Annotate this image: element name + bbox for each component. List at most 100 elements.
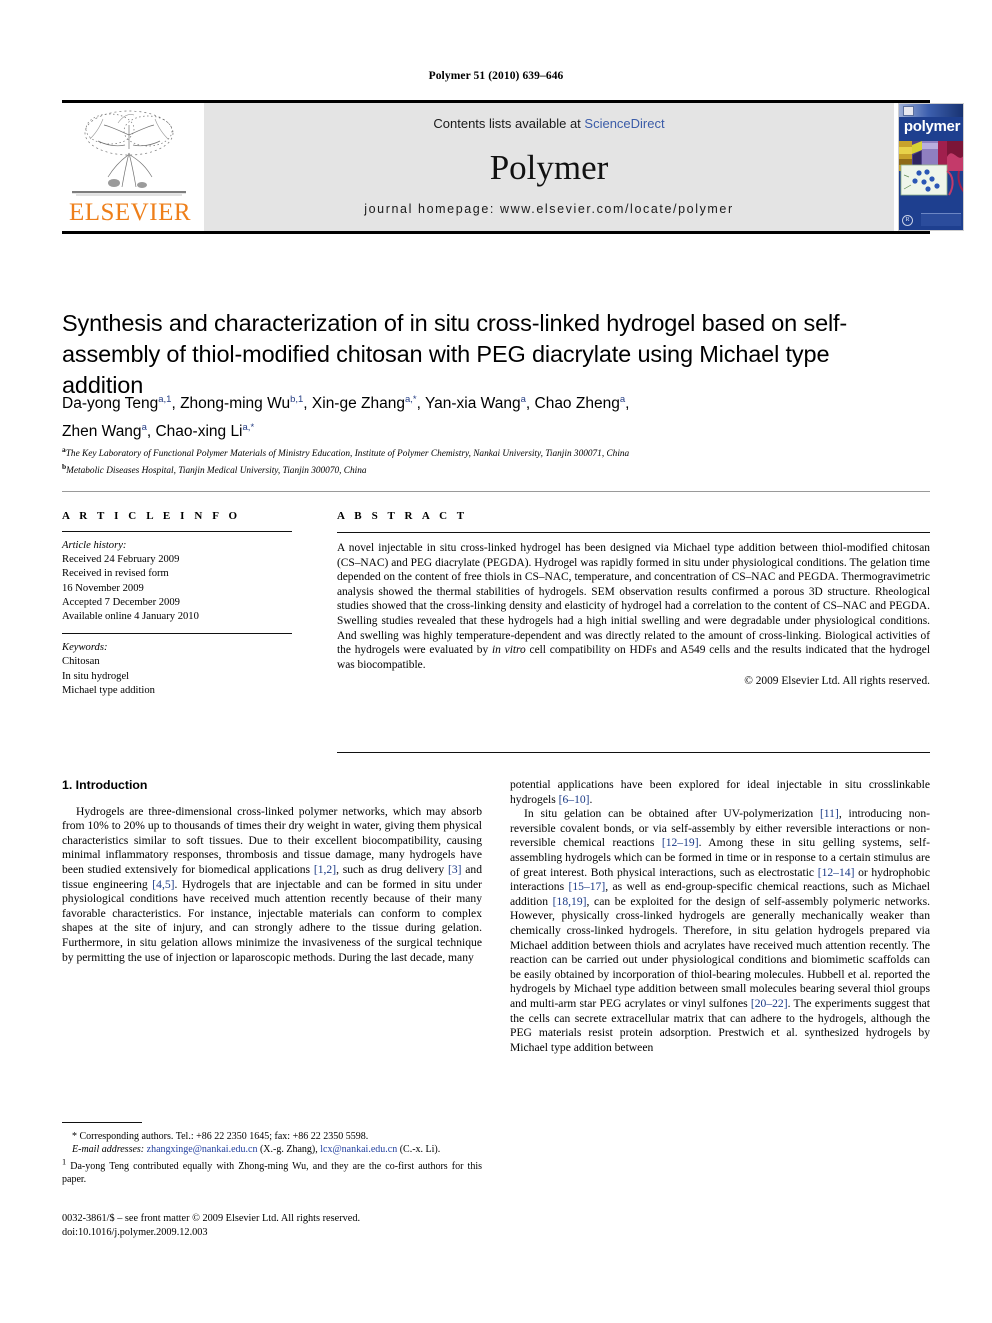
running-head: Polymer 51 (2010) 639–646 [428,70,564,82]
elsevier-logo: ELSEVIER [62,103,198,231]
abstract-copyright: © 2009 Elsevier Ltd. All rights reserved… [744,675,930,688]
author-affiliation-marker: a,* [404,394,417,405]
imprint-block: 0032-3861/$ – see front matter © 2009 El… [62,1212,522,1239]
journal-cover-thumbnail: polymer R [898,103,964,231]
author-name[interactable]: Da-yong Teng [62,395,158,412]
affiliation-marker: b [62,461,67,471]
citation-link[interactable]: [18,19] [553,895,587,908]
author-name[interactable]: Yan-xia Wang [425,395,521,412]
author-name[interactable]: Chao Zheng [535,395,620,412]
citation-link[interactable]: [12–14] [818,866,855,879]
keywords-label: Keywords: [62,642,108,654]
citation-link[interactable]: [15–17] [568,880,605,893]
masthead-bottom-rule [62,231,930,234]
history-item: Available online 4 January 2010 [62,611,199,623]
sciencedirect-link[interactable]: ScienceDirect [584,116,664,131]
elsevier-wordmark: ELSEVIER [68,199,192,226]
affiliation-marker: a [62,445,66,454]
abstract-italic: in vitro [491,644,526,657]
keyword-item: In situ hydrogel [62,670,130,682]
keywords-rule [62,633,292,635]
citation-link[interactable]: [3] [448,863,462,876]
paragraph: In situ gelation can be obtained after U… [510,807,930,1055]
article-first-page: Polymer 51 (2010) 639–646 ELSEVIER Conte… [0,0,992,1323]
cover-footer-plate [921,213,961,226]
paragraph-text: , can be exploited for the design of sel… [510,894,930,1010]
info-band-bottom-rule [337,752,930,753]
author-affiliation-marker: a [141,422,147,434]
cover-artwork [899,141,963,199]
history-item: Accepted 7 December 2009 [62,596,180,608]
author-affiliation-marker: a,* [242,422,255,434]
email-owner-2: (C.-x. Li). [397,1144,441,1155]
cover-logo-icon [903,106,914,116]
paragraph-text: , such as drug delivery [336,862,448,876]
elsevier-tree-icon [72,110,186,196]
section-heading-introduction: 1. Introduction [62,778,148,792]
abstract-rule [337,532,930,533]
author-name[interactable]: Xin-ge Zhang [312,395,405,412]
history-item: Received 24 February 2009 [62,554,180,566]
author-affiliation-marker: a,1 [158,394,172,405]
citation-link[interactable]: [6–10] [559,793,590,806]
keyword-item: Michael type addition [62,684,155,696]
abstract-text: A novel injectable in situ cross-linked … [337,541,930,672]
body-column-left: 1. Introduction Hydrogels are three-dime… [62,778,482,965]
email-note: E-mail addresses: zhangxinge@nankai.edu.… [62,1143,482,1156]
citation-link[interactable]: [4,5] [152,878,174,891]
journal-title: Polymer [489,148,609,187]
author-line-1: Da-yong Tenga,1, Zhong-ming Wub,1, Xin-g… [62,394,630,413]
equal-contribution-note: 1 Da-yong Teng contributed equally with … [62,1158,482,1186]
contents-line: Contents lists available at ScienceDirec… [204,116,894,131]
author-name[interactable]: Chao-xing Li [155,423,242,440]
abstract-main: A novel injectable in situ cross-linked … [337,542,930,657]
citation-link[interactable]: [11] [820,807,839,820]
body-column-right: potential applications have been explore… [510,778,930,1055]
affiliation-list: aThe Key Laboratory of Functional Polyme… [62,444,922,477]
paragraph: potential applications have been explore… [510,778,930,807]
article-history-label: Article history: [62,540,127,551]
author-affiliation-marker: a [520,394,526,405]
author-affiliation-marker: b,1 [290,394,304,405]
citation-link[interactable]: [1,2] [314,863,336,876]
email-link-1[interactable]: zhangxinge@nankai.edu.cn [147,1144,258,1155]
cover-title: polymer [903,118,961,135]
article-info-heading: A R T I C L E I N F O [62,510,241,522]
paragraph-text: In situ gelation can be obtained after U… [524,807,820,821]
paragraph-text: . [589,792,593,806]
email-link-2[interactable]: lcx@nankai.edu.cn [320,1144,397,1155]
author-affiliation-marker: a [619,394,626,405]
masthead-body: ELSEVIER Contents lists available at Sci… [62,103,964,231]
citation-link[interactable]: [20–22] [751,997,788,1010]
keyword-item: Chitosan [62,656,100,668]
author-line-2: Zhen Wanga, Chao-xing Lia,* [62,422,255,441]
article-info-column: A R T I C L E I N F O Article history: R… [62,510,292,698]
abstract-heading: A B S T R A C T [337,510,468,522]
email-owner-1: (X.-g. Zhang), [257,1144,321,1155]
author-list: Da-yong Tenga,1, Zhong-ming Wub,1, Xin-g… [62,388,912,444]
citation-link[interactable]: [12–19] [662,836,699,849]
footnote-rule [62,1122,142,1123]
article-history: Article history: Received 24 February 20… [62,539,292,624]
journal-masthead: ELSEVIER Contents lists available at Sci… [62,100,964,234]
footnote-block: * Corresponding authors. Tel.: +86 22 23… [62,1130,482,1186]
article-info-rule [62,531,292,532]
abstract-column: A B S T R A C T A novel injectable in si… [337,510,930,687]
history-item: Received in revised form [62,568,169,580]
author-name[interactable]: Zhen Wang [62,423,142,440]
contents-label: Contents lists available at [433,116,585,131]
affiliation-item: bMetabolic Diseases Hospital, Tianjin Me… [62,461,367,476]
doi-line[interactable]: doi:10.1016/j.polymer.2009.12.003 [62,1226,522,1240]
issn-line: 0032-3861/$ – see front matter © 2009 El… [62,1213,361,1224]
affiliation-item: aThe Key Laboratory of Functional Polyme… [62,445,630,460]
paragraph: Hydrogels are three-dimensional cross-li… [62,805,482,966]
email-label: E-mail addresses: [72,1144,145,1155]
page-title: Synthesis and characterization of in sit… [62,309,848,398]
history-item: 16 November 2009 [62,582,144,594]
info-band-top-rule [62,491,930,492]
corresponding-author-note: * Corresponding authors. Tel.: +86 22 23… [72,1131,369,1142]
equal-contribution-text: Da-yong Teng contributed equally with Zh… [62,1161,482,1186]
author-name[interactable]: Zhong-ming Wu [180,395,290,412]
journal-homepage-link[interactable]: journal homepage: www.elsevier.com/locat… [204,202,894,216]
registered-mark-icon: R [902,215,913,226]
